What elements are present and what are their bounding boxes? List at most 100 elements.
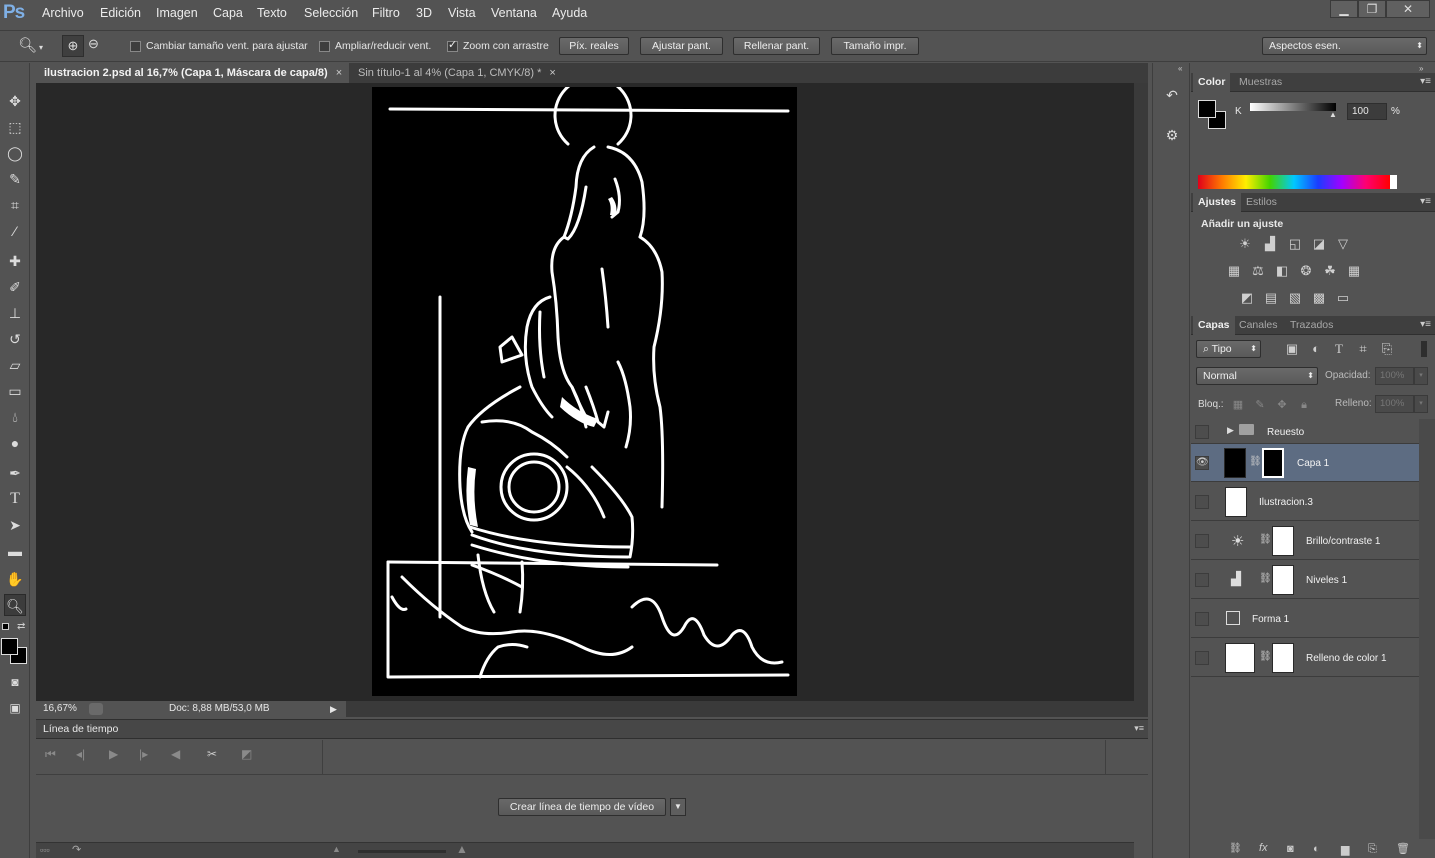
timeline-zoom-slider[interactable] bbox=[358, 850, 446, 853]
properties-panel-icon[interactable]: ⚙ bbox=[1162, 127, 1182, 147]
brush-tool-icon[interactable]: ✐ bbox=[4, 276, 26, 298]
visibility-toggle[interactable] bbox=[1195, 495, 1209, 509]
create-video-timeline-button[interactable]: Crear línea de tiempo de vídeo bbox=[498, 798, 666, 816]
panel-menu-icon[interactable]: ▾≡ bbox=[1134, 723, 1144, 734]
k-slider[interactable] bbox=[1250, 103, 1336, 111]
color-spectrum-bar[interactable] bbox=[1198, 175, 1397, 189]
levels-icon[interactable]: ▟ bbox=[1261, 237, 1279, 251]
healing-brush-tool-icon[interactable]: ✚ bbox=[4, 250, 26, 272]
zoom-out-small-icon[interactable]: ▲ bbox=[332, 844, 341, 854]
checkbox-box[interactable] bbox=[319, 40, 330, 52]
close-tab-icon[interactable]: × bbox=[549, 67, 555, 79]
checkbox-box-checked[interactable] bbox=[447, 38, 458, 52]
posterize-icon[interactable]: ▤ bbox=[1262, 291, 1280, 305]
invert-icon[interactable]: ◩ bbox=[1238, 291, 1256, 305]
screen-mode-icon[interactable]: ▣ bbox=[4, 697, 26, 719]
layer-name[interactable]: Ilustracion.3 bbox=[1259, 497, 1313, 508]
foreground-color-swatch[interactable] bbox=[1198, 100, 1216, 118]
zoom-out-icon[interactable]: ⊖ bbox=[88, 36, 99, 52]
tab-color[interactable]: Color bbox=[1193, 73, 1231, 92]
checkbox-box[interactable] bbox=[130, 40, 141, 52]
filter-shape-icon[interactable]: ⌗ bbox=[1354, 342, 1372, 356]
tab-channels[interactable]: Canales bbox=[1234, 316, 1283, 335]
threshold-icon[interactable]: ▧ bbox=[1286, 291, 1304, 305]
exposure-icon[interactable]: ◪ bbox=[1310, 237, 1328, 251]
k-value-input[interactable]: 100 bbox=[1347, 103, 1387, 120]
add-mask-icon[interactable]: ◙ bbox=[1287, 843, 1294, 855]
eyedropper-tool-icon[interactable]: ⁄ bbox=[4, 220, 26, 242]
color-lookup-icon[interactable]: ▦ bbox=[1345, 264, 1363, 278]
layer-mask-thumbnail[interactable] bbox=[1272, 526, 1294, 556]
slider-thumb-icon[interactable]: ▲ bbox=[1329, 110, 1337, 119]
actual-pixels-button[interactable]: Píx. reales bbox=[559, 37, 629, 55]
layer-row[interactable]: Forma 1 bbox=[1191, 600, 1419, 638]
layer-row-selected[interactable]: 👁︎ ⛓ Capa 1 bbox=[1191, 444, 1419, 482]
convert-icon[interactable]: ↷ bbox=[72, 843, 81, 856]
zoom-all-windows-checkbox[interactable]: Ampliar/reducir vent. bbox=[319, 39, 431, 53]
tab-layers[interactable]: Capas bbox=[1193, 316, 1235, 335]
zoom-level[interactable]: 16,67% bbox=[43, 701, 77, 717]
swap-colors-icon[interactable]: ⇄ bbox=[17, 621, 25, 632]
menu-ayuda[interactable]: Ayuda bbox=[552, 6, 587, 20]
history-panel-icon[interactable]: ↶ bbox=[1162, 87, 1182, 107]
visibility-toggle[interactable] bbox=[1195, 651, 1209, 665]
layer-name[interactable]: Relleno de color 1 bbox=[1306, 653, 1387, 664]
new-group-icon[interactable]: ▆ bbox=[1341, 843, 1349, 856]
pen-tool-icon[interactable]: ✒ bbox=[4, 462, 26, 484]
brightness-contrast-icon[interactable]: ☀ bbox=[1236, 237, 1254, 251]
visibility-toggle[interactable] bbox=[1195, 425, 1209, 439]
tab-swatches[interactable]: Muestras bbox=[1234, 73, 1287, 92]
filter-smart-object-icon[interactable]: ⎘ bbox=[1378, 342, 1396, 356]
frame-animation-icon[interactable]: ▫▫▫ bbox=[40, 845, 50, 855]
layer-row[interactable]: ⛓ Relleno de color 1 bbox=[1191, 639, 1419, 677]
layer-mask-thumbnail[interactable] bbox=[1272, 643, 1294, 673]
clone-stamp-tool-icon[interactable]: ⊥ bbox=[4, 302, 26, 324]
expand-arrow-icon[interactable]: ▶ bbox=[1227, 425, 1234, 436]
artwork-canvas[interactable] bbox=[372, 75, 797, 696]
next-frame-icon[interactable]: |▸ bbox=[139, 747, 148, 761]
fx-icon[interactable]: fx bbox=[1259, 842, 1268, 854]
zoom-tool-icon[interactable]: 🔍︎ bbox=[4, 594, 26, 616]
layers-scrollbar[interactable] bbox=[1419, 419, 1435, 839]
quick-mask-icon[interactable]: ◙ bbox=[4, 671, 26, 693]
layer-row[interactable]: ▟ ⛓ Niveles 1 bbox=[1191, 561, 1419, 599]
link-icon[interactable]: ⛓ bbox=[1259, 573, 1272, 584]
document-tab-active[interactable]: ilustracion 2.psd al 16,7% (Capa 1, Másc… bbox=[36, 63, 349, 83]
panel-menu-icon[interactable]: ▾≡ bbox=[1420, 76, 1431, 87]
status-icon[interactable] bbox=[89, 703, 103, 715]
panel-menu-icon[interactable]: ▾≡ bbox=[1420, 196, 1431, 207]
quick-selection-tool-icon[interactable]: ✎ bbox=[4, 168, 26, 190]
previous-frame-icon[interactable]: ◂| bbox=[76, 747, 85, 761]
layer-name[interactable]: Brillo/contraste 1 bbox=[1306, 536, 1380, 547]
document-tab-inactive[interactable]: Sin título-1 al 4% (Capa 1, CMYK/8) * × bbox=[350, 63, 564, 83]
hue-saturation-icon[interactable]: ▦ bbox=[1225, 264, 1243, 278]
print-size-button[interactable]: Tamaño impr. bbox=[831, 37, 919, 55]
new-layer-icon[interactable]: ⎘ bbox=[1368, 843, 1377, 856]
layer-mask-thumbnail[interactable] bbox=[1272, 565, 1294, 595]
visibility-toggle[interactable] bbox=[1195, 612, 1209, 626]
gradient-map-icon[interactable]: ▭ bbox=[1334, 291, 1352, 305]
foreground-color-swatch[interactable] bbox=[1, 638, 18, 655]
filter-image-icon[interactable]: ▣ bbox=[1283, 342, 1301, 356]
collapse-arrows-icon[interactable]: « bbox=[1178, 64, 1182, 73]
lock-image-icon[interactable]: ✎ bbox=[1251, 398, 1269, 412]
rectangle-tool-icon[interactable]: ▬ bbox=[4, 540, 26, 562]
dodge-tool-icon[interactable]: ● bbox=[4, 432, 26, 454]
transition-icon[interactable]: ◩ bbox=[241, 747, 252, 761]
opacity-input[interactable]: 100% bbox=[1375, 367, 1414, 385]
filter-toggle[interactable] bbox=[1421, 341, 1427, 357]
blur-tool-icon[interactable]: 💧︎ bbox=[4, 406, 26, 428]
delete-layer-icon[interactable]: 🗑︎ bbox=[1396, 842, 1410, 855]
color-balance-icon[interactable]: ⚖ bbox=[1249, 264, 1267, 278]
menu-vista[interactable]: Vista bbox=[448, 6, 476, 20]
layer-name[interactable]: Capa 1 bbox=[1297, 458, 1329, 469]
link-icon[interactable]: ⛓ bbox=[1249, 456, 1262, 467]
gradient-tool-icon[interactable]: ▭ bbox=[4, 380, 26, 402]
layer-row-group[interactable]: ▶ Reuesto bbox=[1191, 419, 1419, 444]
visibility-toggle[interactable] bbox=[1195, 534, 1209, 548]
layer-name[interactable]: Niveles 1 bbox=[1306, 575, 1347, 586]
hand-tool-icon[interactable]: ✋ bbox=[4, 568, 26, 590]
eraser-tool-icon[interactable]: ▱ bbox=[4, 354, 26, 376]
tab-paths[interactable]: Trazados bbox=[1285, 316, 1338, 335]
link-icon[interactable]: ⛓ bbox=[1259, 651, 1272, 662]
